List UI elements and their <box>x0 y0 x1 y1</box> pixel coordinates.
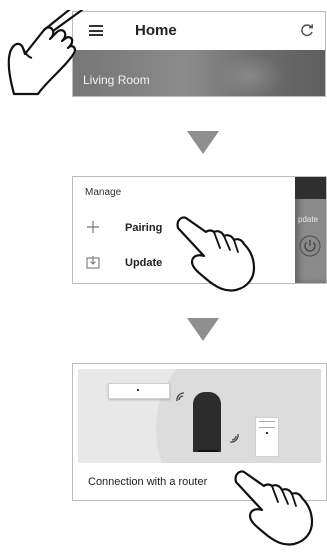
menu-item-label: Update <box>125 257 163 269</box>
menu-heading: Manage <box>85 187 122 198</box>
home-screen-panel: Home Living Room <box>72 11 326 97</box>
tap-hand-icon <box>176 216 256 292</box>
air-purifier-icon <box>255 417 279 457</box>
app-header: Home <box>73 12 325 50</box>
router-icon <box>193 392 221 452</box>
page-title: Home <box>135 22 177 39</box>
air-conditioner-icon <box>108 383 170 399</box>
down-arrow <box>187 131 219 154</box>
room-banner[interactable]: Living Room <box>73 50 325 96</box>
tap-hand-icon <box>7 10 84 96</box>
plus-icon <box>87 221 99 233</box>
wifi-signal-icon <box>176 392 185 402</box>
partial-label: pdate <box>298 215 319 224</box>
dimmed-background: pdate <box>295 177 326 283</box>
wifi-signal-icon <box>229 433 239 443</box>
power-icon <box>299 235 321 257</box>
down-arrow <box>187 318 219 341</box>
router-illustration <box>78 369 321 463</box>
connection-caption: Connection with a router <box>88 476 208 488</box>
tap-hand-icon <box>234 470 314 546</box>
dimmed-header <box>295 177 326 199</box>
refresh-icon[interactable] <box>299 22 315 38</box>
menu-item-label: Pairing <box>125 222 163 234</box>
download-icon <box>86 256 100 269</box>
